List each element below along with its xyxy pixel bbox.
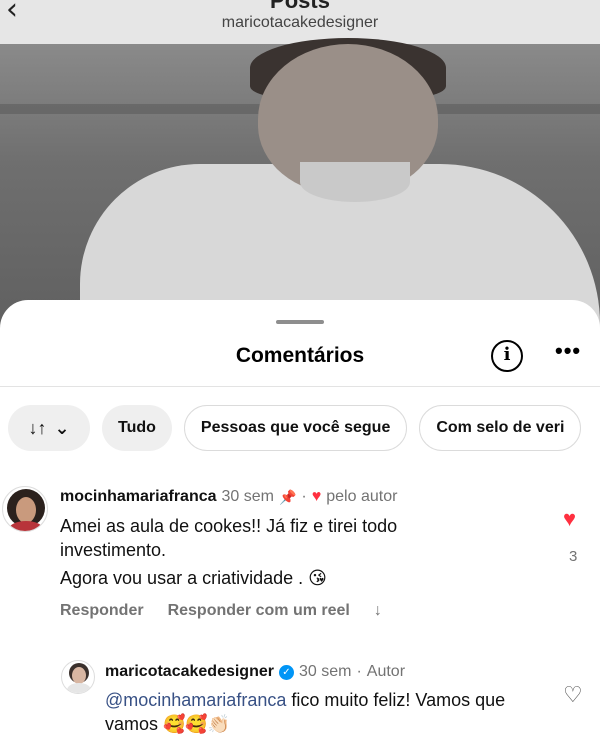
filter-chip-verified[interactable]: Com selo de veri: [419, 405, 582, 451]
sort-arrows-icon: ↓↑: [28, 417, 47, 438]
author-label: Autor: [366, 663, 406, 680]
comment-meta: mocinhamariafranca 30 sem 📌 · ♥ pelo aut…: [60, 488, 397, 506]
heart-outline-icon[interactable]: ♡: [563, 682, 583, 708]
pin-icon: 📌: [278, 488, 297, 505]
like-count: 3: [569, 548, 578, 565]
filter-chips: ↓↑ ⌄ Tudo Pessoas que você segue Com sel…: [8, 405, 582, 451]
sort-button[interactable]: ↓↑ ⌄: [8, 405, 90, 451]
comment-text-line-2: Agora vou usar a criatividade . 😘: [60, 568, 327, 588]
comments-sheet: Comentários i ••• ↓↑ ⌄ Tudo Pessoas que …: [0, 300, 600, 750]
post-background: ‹ Posts maricotacakedesigner: [0, 0, 600, 340]
post-header: ‹ Posts maricotacakedesigner: [0, 0, 600, 44]
avatar[interactable]: [61, 660, 95, 694]
reply-button[interactable]: Responder: [60, 602, 144, 620]
page-title: Posts: [270, 0, 330, 13]
sheet-grabber[interactable]: [276, 320, 324, 324]
mention-link[interactable]: @mocinhamariafranca: [105, 690, 286, 710]
comment-username[interactable]: mocinhamariafranca: [60, 488, 217, 506]
comment-actions: Responder Responder com um reel ↓: [60, 602, 382, 620]
info-icon[interactable]: i: [491, 340, 523, 372]
verified-badge-icon: ✓: [278, 664, 294, 680]
divider: [0, 386, 600, 387]
more-horizontal-icon[interactable]: •••: [555, 338, 581, 364]
meta-separator: ·: [301, 488, 307, 505]
arrow-down-icon[interactable]: ↓: [374, 602, 382, 620]
comment-time: 30 sem: [221, 488, 274, 505]
page-subtitle: maricotacakedesigner: [221, 14, 379, 31]
filter-chip-all[interactable]: Tudo: [102, 405, 172, 451]
avatar[interactable]: [2, 486, 48, 532]
meta-separator: ·: [356, 663, 362, 680]
comment-time: 30 sem: [298, 663, 352, 680]
filter-chip-following[interactable]: Pessoas que você segue: [183, 405, 408, 451]
comment-meta: maricotacakedesigner ✓ 30 sem · Autor: [105, 663, 405, 681]
reply-with-reel-button[interactable]: Responder com um reel: [168, 602, 350, 620]
heart-filled-icon[interactable]: ♥: [563, 506, 576, 532]
comment-username[interactable]: maricotacakedesigner: [105, 663, 274, 681]
heart-icon: ♥: [311, 488, 322, 505]
post-photo: [0, 38, 600, 340]
comment-text: Amei as aula de cookes!! Já fiz e tirei …: [60, 516, 398, 560]
chevron-down-icon: ⌄: [54, 417, 70, 438]
liked-by-author-label: pelo autor: [326, 488, 398, 505]
comment-text: @mocinhamariafranca fico muito feliz! Va…: [105, 688, 545, 736]
